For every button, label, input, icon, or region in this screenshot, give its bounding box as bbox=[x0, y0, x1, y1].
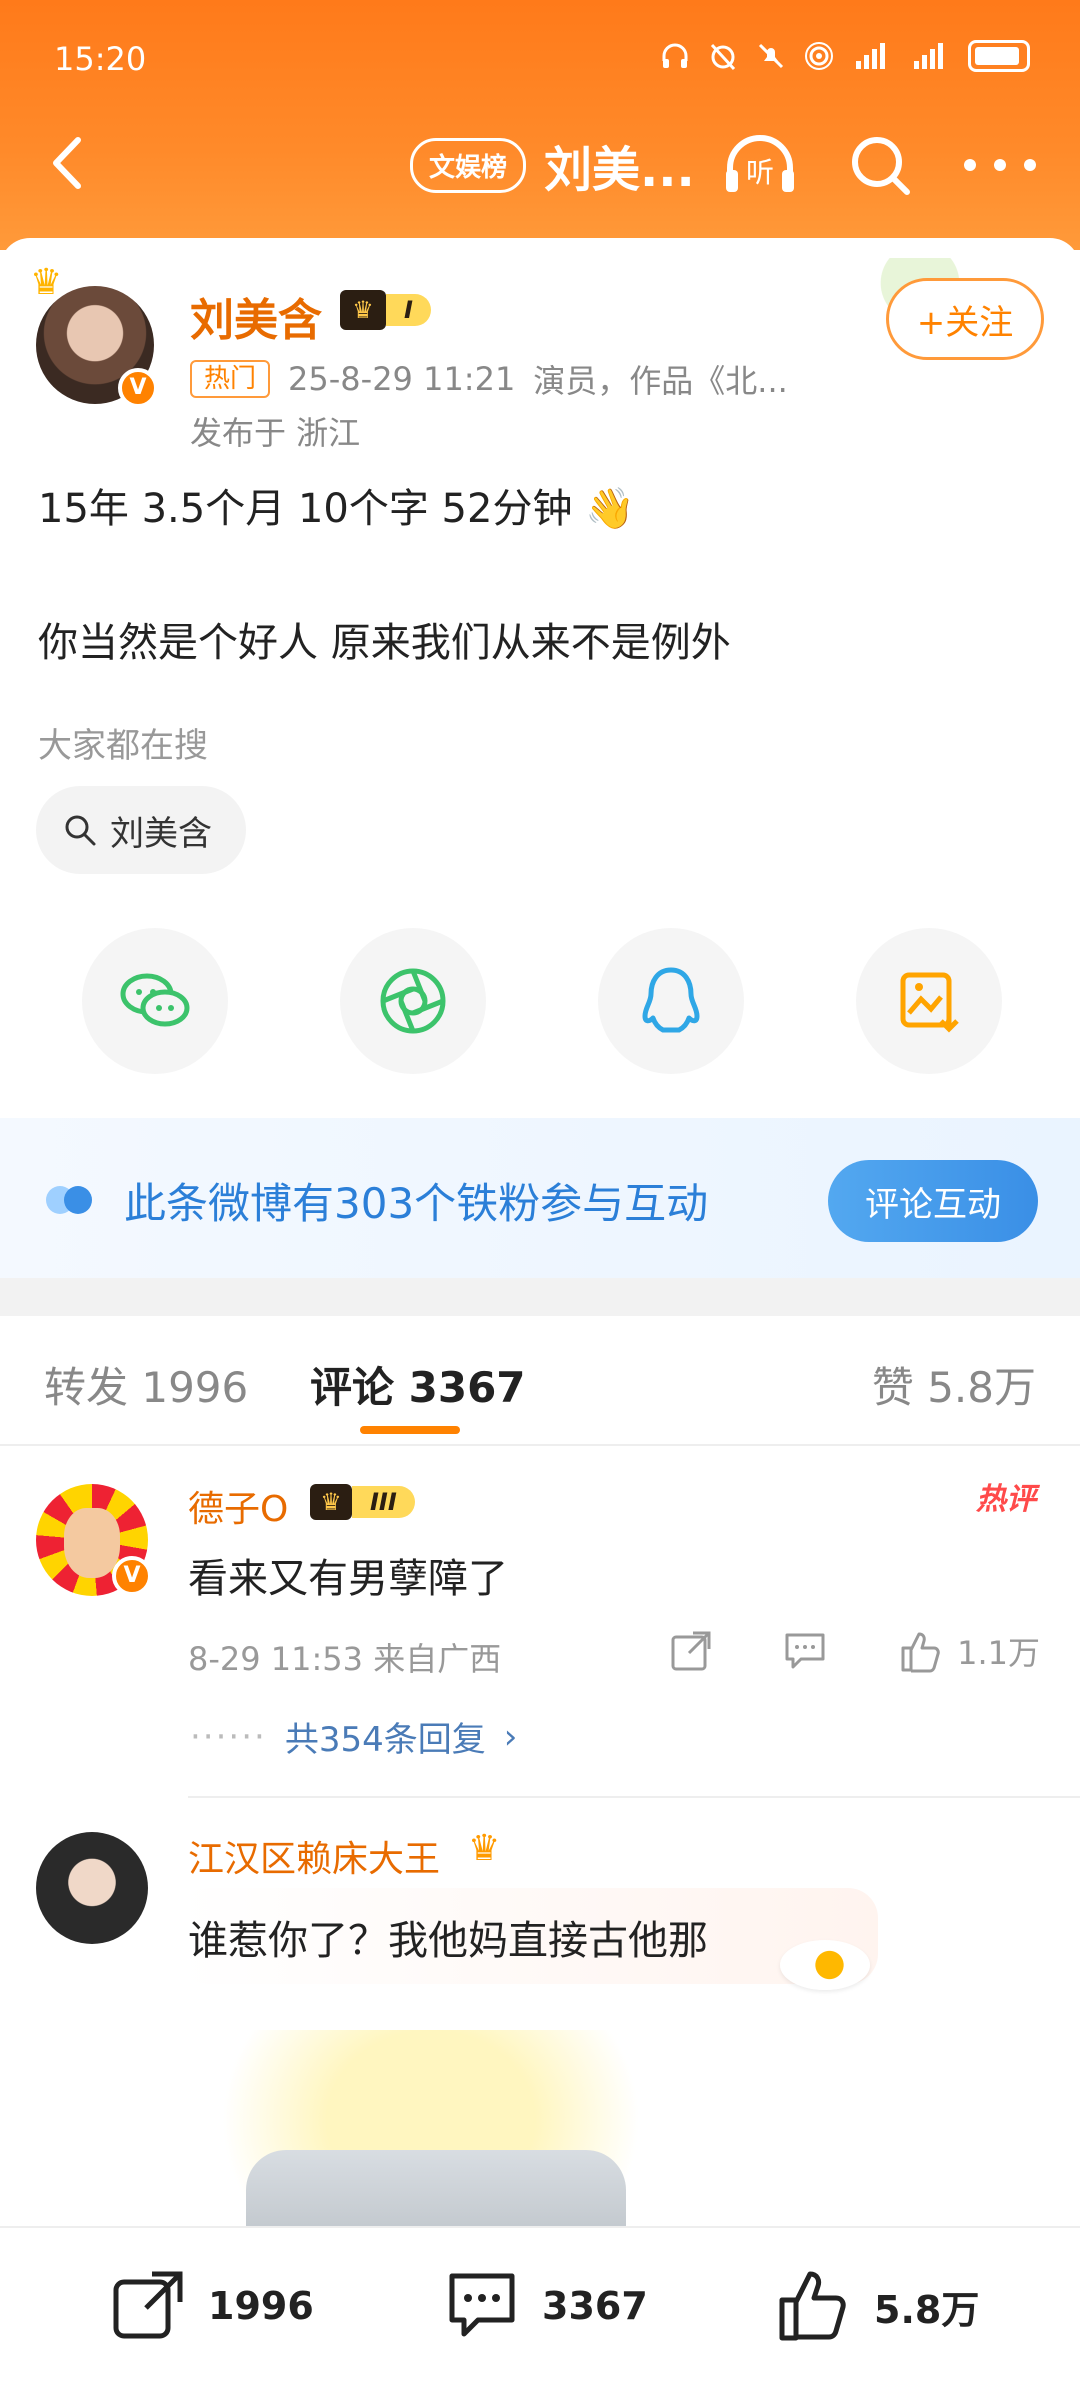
share-row bbox=[0, 928, 1080, 1078]
crown-icon: ♛ bbox=[30, 262, 63, 303]
more-button[interactable] bbox=[960, 130, 1040, 200]
save-image-icon bbox=[900, 972, 959, 1033]
post-location: 发布于 浙江 bbox=[190, 414, 361, 452]
channel-badge: 文娱榜 bbox=[410, 137, 527, 193]
tab-likes[interactable]: 赞 5.8万 bbox=[872, 1354, 1036, 1415]
section-divider bbox=[0, 1278, 1080, 1316]
alarm-off-icon bbox=[710, 43, 736, 71]
post-card: ♛ V 刘美含 ♛ I +关注 热门 25-8-29 11:21 演员，作品《北… bbox=[0, 238, 1080, 1118]
status-time: 15:20 bbox=[54, 40, 147, 78]
comment-count: 3367 bbox=[542, 2284, 648, 2328]
thumbs-up-icon bbox=[901, 1632, 940, 1673]
search-icon bbox=[852, 137, 910, 195]
tab-repost[interactable]: 转发 1996 bbox=[44, 1354, 248, 1415]
chevron-right-icon: › bbox=[503, 1716, 518, 1757]
search-chip-label: 刘美含 bbox=[110, 813, 212, 854]
verified-icon: V bbox=[112, 1556, 152, 1596]
comment-like-count: 1.1万 bbox=[957, 1634, 1040, 1672]
comment-divider bbox=[188, 1796, 1080, 1798]
mute-icon bbox=[758, 43, 784, 69]
status-bar: 15:20 bbox=[54, 34, 1030, 84]
post-text-line2: 你当然是个好人 原来我们从来不是例外 bbox=[38, 620, 731, 666]
nav-actions: 听 bbox=[720, 130, 1040, 200]
thumbs-up-icon bbox=[779, 2271, 846, 2341]
comment-avatar[interactable] bbox=[36, 1832, 148, 1944]
post-source[interactable]: 演员，作品《北... bbox=[533, 356, 788, 402]
listen-label: 听 bbox=[746, 156, 774, 189]
comment-text: 看来又有男孽障了 bbox=[188, 1556, 508, 1602]
author-name[interactable]: 刘美含 bbox=[190, 284, 322, 348]
more-icon bbox=[964, 159, 1036, 171]
follow-button[interactable]: +关注 bbox=[886, 278, 1044, 360]
status-icons bbox=[660, 40, 1030, 72]
comment-actions: 1.1万 bbox=[669, 1628, 1040, 1674]
search-icon bbox=[65, 815, 96, 846]
share-qq-button[interactable] bbox=[598, 928, 744, 1074]
comment-time: 8-29 11:53 来自广西 bbox=[188, 1640, 502, 1678]
listen-button[interactable]: 听 bbox=[720, 130, 800, 200]
tab-comments[interactable]: 评论 3367 bbox=[310, 1354, 526, 1415]
save-image-button[interactable] bbox=[856, 928, 1002, 1074]
share-icon[interactable] bbox=[669, 1629, 713, 1673]
hotspot-icon bbox=[805, 42, 833, 70]
like-button[interactable]: 5.8万 bbox=[776, 2268, 979, 2344]
signal-4g-icon bbox=[914, 43, 943, 69]
level-crown-icon: ♛ bbox=[310, 1484, 352, 1520]
view-replies-link[interactable]: ······ 共354条回复 › bbox=[190, 1712, 517, 1761]
nav-title[interactable]: 文娱榜 刘美... bbox=[410, 130, 695, 200]
repost-button[interactable]: 1996 bbox=[110, 2268, 314, 2344]
hot-comment-badge: 热评 bbox=[976, 1482, 1036, 1517]
verified-icon: V bbox=[118, 368, 158, 408]
post-text-line1: 15年 3.5个月 10个字 52分钟 👋 bbox=[38, 486, 635, 532]
page-title: 刘美... bbox=[544, 142, 695, 198]
level-value: I bbox=[386, 294, 431, 326]
banner-text: 此条微博有303个铁粉参与互动 bbox=[124, 1179, 709, 1228]
bottom-action-bar: 1996 3367 5.8万 bbox=[0, 2226, 1080, 2388]
fan-icon bbox=[46, 1186, 92, 1214]
comment-button[interactable]: 3367 bbox=[444, 2268, 648, 2344]
search-chip[interactable]: 刘美含 bbox=[36, 786, 246, 874]
like-count: 5.8万 bbox=[874, 2287, 980, 2332]
battery-icon bbox=[968, 40, 1030, 72]
level-crown-icon: ♛ bbox=[340, 290, 386, 330]
comment-icon bbox=[449, 2273, 515, 2337]
comment-like-button[interactable]: 1.1万 bbox=[897, 1628, 1040, 1674]
reply-dots: ······ bbox=[190, 1716, 267, 1757]
tab-bar: 转发 1996 评论 3367 赞 5.8万 bbox=[0, 1316, 1080, 1446]
fan-interaction-banner[interactable]: 此条微博有303个铁粉参与互动 评论互动 bbox=[0, 1118, 1080, 1278]
top-header: 15:20 文娱榜 刘美... 听 bbox=[0, 0, 1080, 250]
wechat-icon bbox=[120, 973, 190, 1027]
replies-count: 共354条回复 bbox=[284, 1720, 486, 1760]
trending-search-label: 大家都在搜 bbox=[38, 726, 208, 766]
signal-5g-icon bbox=[856, 43, 885, 69]
moments-icon bbox=[380, 968, 446, 1034]
headphones-icon bbox=[662, 43, 688, 68]
reply-icon[interactable] bbox=[783, 1629, 827, 1673]
comment-author[interactable]: 德子O bbox=[188, 1480, 288, 1532]
comment-interact-button[interactable]: 评论互动 bbox=[828, 1160, 1038, 1242]
share-wechat-button[interactable] bbox=[82, 928, 228, 1074]
back-arrow-icon[interactable] bbox=[38, 128, 98, 198]
post-timestamp: 25-8-29 11:21 bbox=[288, 360, 516, 398]
qq-icon bbox=[642, 967, 700, 1033]
nav-bar: 文娱榜 刘美... 听 bbox=[0, 108, 1080, 218]
level-badge[interactable]: ♛ I bbox=[340, 290, 431, 330]
crown-badge-icon: ♛ bbox=[468, 1828, 501, 1869]
comment-level-value: III bbox=[352, 1486, 415, 1518]
comment-text: 谁惹你了？我他妈直接古他那 bbox=[188, 1918, 708, 1964]
repost-icon bbox=[113, 2271, 183, 2339]
listen-icon: 听 bbox=[726, 135, 794, 192]
comment-author[interactable]: 江汉区赖床大王 bbox=[188, 1830, 440, 1882]
share-moments-button[interactable] bbox=[340, 928, 486, 1074]
active-tab-indicator bbox=[360, 1426, 460, 1434]
egg-sticker-icon bbox=[780, 1940, 870, 1990]
post-meta: 热门 25-8-29 11:21 演员，作品《北... bbox=[190, 356, 788, 402]
hot-tag: 热门 bbox=[190, 360, 271, 398]
search-button[interactable] bbox=[840, 130, 920, 200]
repost-count: 1996 bbox=[208, 2284, 314, 2328]
comment-level-badge: ♛ III bbox=[310, 1482, 415, 1522]
